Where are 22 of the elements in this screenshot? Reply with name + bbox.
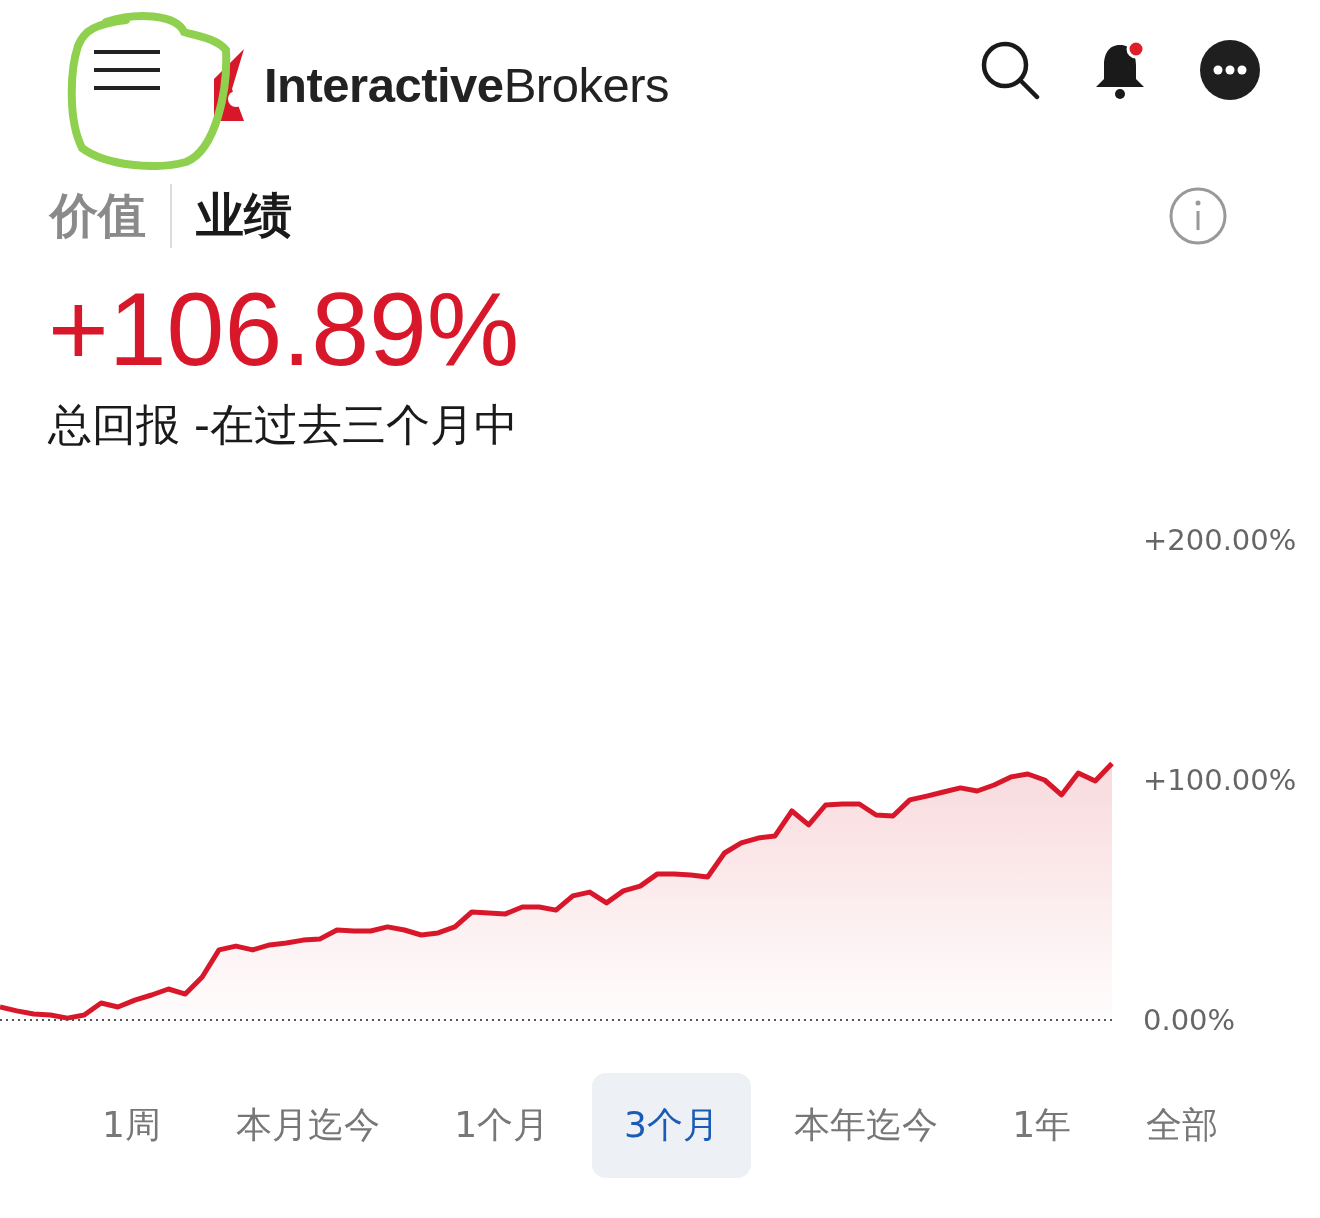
period-tab[interactable]: 本月迄今 [203, 1072, 412, 1178]
info-icon [1168, 186, 1228, 246]
period-tab[interactable]: 3个月 [591, 1072, 751, 1178]
period-tab[interactable]: 1个月 [422, 1072, 582, 1178]
menu-icon [94, 48, 160, 92]
search-icon [980, 40, 1040, 100]
logo-text: InteractiveBrokers [264, 57, 669, 113]
view-tab[interactable]: 业绩 [172, 184, 316, 248]
period-tab[interactable]: 1周 [70, 1072, 193, 1178]
period-tab[interactable]: 本年迄今 [761, 1072, 970, 1178]
period-tab[interactable]: 全部 [1113, 1072, 1250, 1178]
search-button[interactable] [980, 40, 1040, 100]
total-return-caption: 总回报 -在过去三个月中 [47, 397, 519, 452]
more-icon [1200, 40, 1260, 100]
more-button[interactable] [1200, 40, 1260, 100]
period-tab[interactable]: 1年 [980, 1072, 1104, 1178]
view-tab[interactable]: 价值 [50, 184, 170, 248]
y-axis-label: 0.00% [1143, 1002, 1236, 1037]
y-axis-label: +100.00% [1143, 762, 1297, 797]
total-return-value: +106.89% [47, 270, 521, 389]
y-axis-label: +200.00% [1143, 522, 1297, 557]
info-button[interactable] [1168, 186, 1228, 246]
